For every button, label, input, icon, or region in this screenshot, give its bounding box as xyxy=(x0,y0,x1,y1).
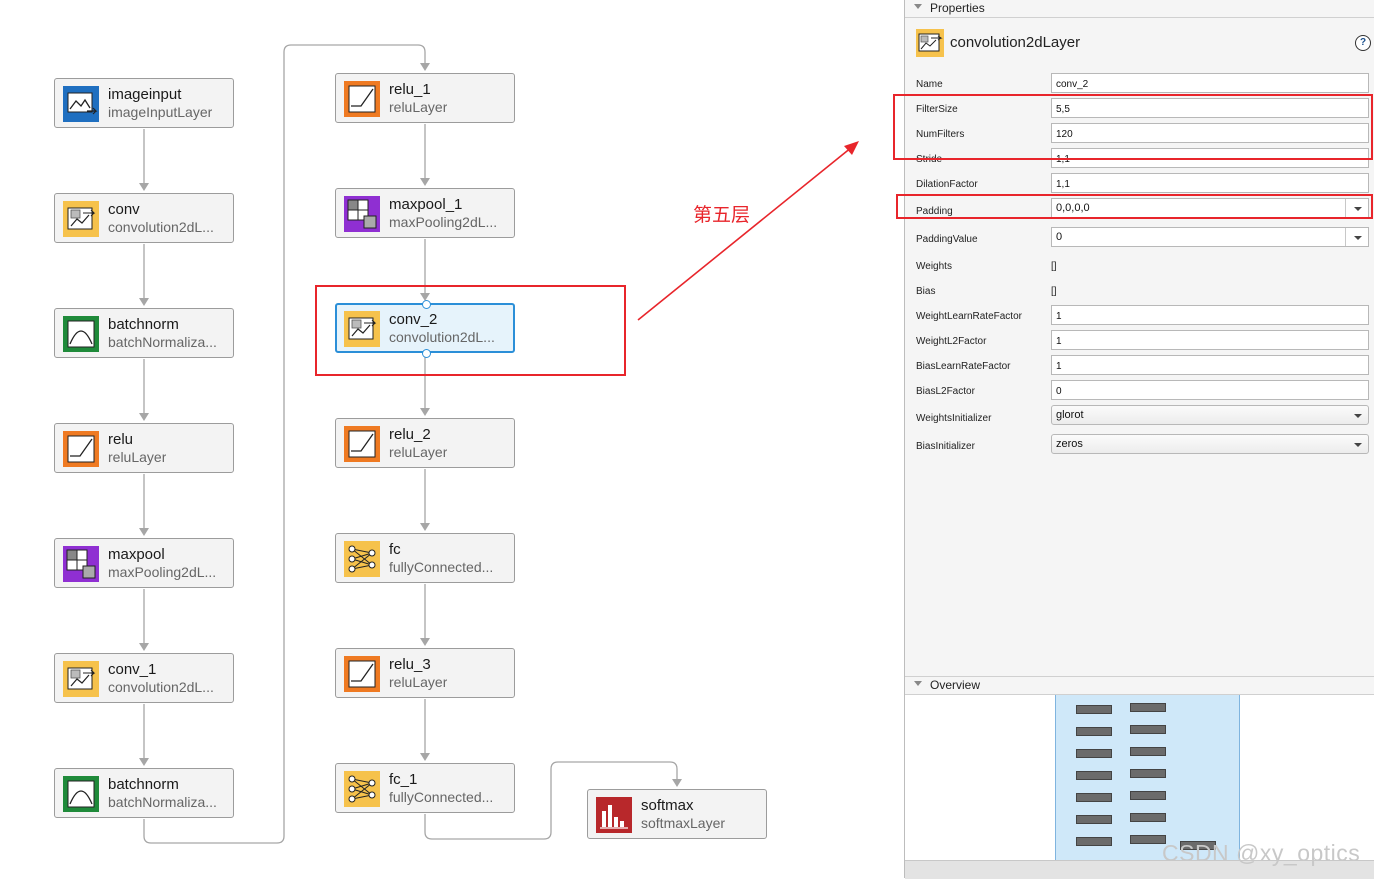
weightl2factor-field[interactable]: 1 xyxy=(1051,330,1369,350)
convolution-icon xyxy=(916,29,944,57)
callout-arrow xyxy=(637,141,859,321)
biasl2factor-field[interactable]: 0 xyxy=(1051,380,1369,400)
weightsinitializer-value: glorot xyxy=(1056,409,1084,421)
overview-section-header[interactable]: Overview xyxy=(905,676,1374,695)
prop-label-name: Name xyxy=(916,79,943,90)
weightsinitializer-dropdown[interactable]: glorot xyxy=(1051,405,1369,425)
minimap-block xyxy=(1076,837,1112,846)
minimap-block xyxy=(1130,769,1166,778)
minimap-block xyxy=(1076,815,1112,824)
minimap-block xyxy=(1130,703,1166,712)
minimap-block xyxy=(1076,793,1112,802)
prop-label-weightlearnratefactor: WeightLearnRateFactor xyxy=(916,311,1022,322)
overview-viewport[interactable] xyxy=(1055,695,1240,860)
collapse-triangle-icon xyxy=(914,4,922,9)
paddingvalue-combobox[interactable]: 0 xyxy=(1051,227,1369,247)
prop-label-weightl2factor: WeightL2Factor xyxy=(916,336,987,347)
prop-label-biasl2factor: BiasL2Factor xyxy=(916,386,975,397)
prop-label-weights: Weights xyxy=(916,261,952,272)
minimap-block xyxy=(1076,771,1112,780)
minimap-block xyxy=(1076,727,1112,736)
prop-label-bias: Bias xyxy=(916,286,936,297)
combo-separator xyxy=(1345,228,1346,246)
biasinitializer-dropdown[interactable]: zeros xyxy=(1051,434,1369,454)
name-field[interactable]: conv_2 xyxy=(1051,73,1369,93)
prop-label-biaslearnratefactor: BiasLearnRateFactor xyxy=(916,361,1011,372)
prop-label-dilationfactor: DilationFactor xyxy=(916,179,978,190)
prop-label-biasinitializer: BiasInitializer xyxy=(916,441,975,452)
biaslearnratefactor-field[interactable]: 1 xyxy=(1051,355,1369,375)
minimap-block xyxy=(1076,749,1112,758)
minimap-block xyxy=(1130,791,1166,800)
minimap-block xyxy=(1130,835,1166,844)
highlight-box-padding xyxy=(896,194,1373,219)
highlight-box-filter-params xyxy=(893,94,1373,160)
chevron-down-icon[interactable] xyxy=(1354,236,1362,240)
watermark-text: CSDN @xy_optics xyxy=(1162,840,1361,866)
prop-label-paddingvalue: PaddingValue xyxy=(916,234,978,245)
biasinitializer-value: zeros xyxy=(1056,438,1083,450)
callout-label: 第五层 xyxy=(693,205,751,226)
section-title: Properties xyxy=(930,1,985,15)
minimap-block xyxy=(1130,813,1166,822)
dilationfactor-field[interactable]: 1,1 xyxy=(1051,173,1369,193)
help-icon[interactable]: ? xyxy=(1355,35,1371,51)
properties-panel: Properties convolution2dLayer ? Name con… xyxy=(893,0,1374,879)
prop-label-weightsinitializer: WeightsInitializer xyxy=(916,413,992,424)
section-title: Overview xyxy=(930,678,981,692)
chevron-down-icon xyxy=(1354,414,1362,418)
layer-class-title: convolution2dLayer xyxy=(950,34,1081,51)
network-diagram-canvas[interactable]: imageinput imageInputLayer conv convolut… xyxy=(0,0,900,878)
properties-section-header[interactable]: Properties xyxy=(905,0,1374,18)
collapse-triangle-icon xyxy=(914,681,922,686)
minimap-block xyxy=(1076,705,1112,714)
paddingvalue-value: 0 xyxy=(1056,231,1063,243)
weights-value: [] xyxy=(1051,261,1057,272)
overview-minimap[interactable] xyxy=(905,695,1374,860)
minimap-block xyxy=(1130,747,1166,756)
chevron-down-icon xyxy=(1354,443,1362,447)
bias-value: [] xyxy=(1051,286,1057,297)
minimap-block xyxy=(1130,725,1166,734)
weightlearnratefactor-field[interactable]: 1 xyxy=(1051,305,1369,325)
